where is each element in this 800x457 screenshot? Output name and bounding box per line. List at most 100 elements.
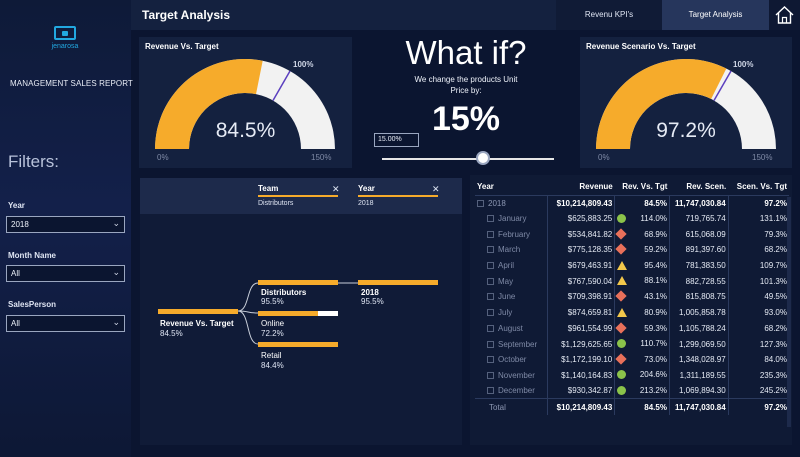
table-row[interactable]: December $930,342.87 213.2% 1,069,894.30 245…	[475, 383, 789, 399]
kpi-red-indicator-icon	[615, 322, 627, 334]
table-row[interactable]: July $874,659.81 80.9% 1,005,858.78 93.0%	[475, 304, 789, 321]
value: 80.9%	[644, 307, 667, 317]
decomposition-tree: Team Distributors ✕ Year 2018 ✕ Revenue …	[140, 178, 462, 445]
table-row[interactable]: October $1,172,199.10 73.0% 1,348,028.97 84.…	[475, 351, 789, 368]
year-node-bar[interactable]	[358, 280, 438, 285]
scen-vs-tgt-cell: 68.2%	[764, 245, 787, 255]
rev-vs-tgt-cell: 110.7%	[614, 336, 670, 352]
table-row[interactable]: August $961,554.99 59.3% 1,105,788.24 68.2%	[475, 320, 789, 337]
chevron-down-icon: ⌄	[112, 267, 120, 277]
filters-title: Filters:	[8, 152, 59, 171]
scen-vs-tgt-cell: 68.2%	[764, 323, 787, 333]
revenue-cell: $10,214,809.43	[547, 398, 616, 415]
column-header-year[interactable]: Year	[475, 179, 548, 196]
distributors-node-label: Distributors	[261, 288, 307, 297]
rev-scen-cell: 1,299,069.50	[669, 336, 729, 352]
value: 88.1%	[644, 276, 667, 286]
tab-target-analysis[interactable]: Target Analysis	[662, 0, 769, 30]
kpi-green-indicator-icon	[617, 213, 627, 223]
value: 73.0%	[644, 355, 667, 365]
year-row[interactable]: 2018 $10,214,809.43 84.5% 11,747,030.84 …	[475, 195, 789, 211]
rev-vs-tgt-cell: 59.2%	[614, 242, 670, 258]
distributors-node-bar[interactable]	[258, 280, 338, 285]
retail-node-value: 84.4%	[261, 361, 284, 370]
total-label: Total	[475, 398, 549, 415]
rev-scen-cell: 1,311,189.55	[669, 367, 729, 384]
scen-vs-tgt-cell: 109.7%	[759, 261, 787, 271]
expand-icon[interactable]	[487, 387, 494, 395]
column-header-scen-vs-tgt[interactable]: Scen. Vs. Tgt	[728, 179, 789, 196]
kpi-red-indicator-icon	[615, 243, 627, 256]
expand-icon[interactable]	[487, 293, 494, 301]
monitor-icon	[54, 26, 76, 40]
expand-icon[interactable]	[487, 340, 494, 348]
retail-node-bar[interactable]	[258, 342, 338, 347]
revenue-cell: $709,398.91	[547, 289, 616, 305]
gauge-min-label: 0%	[598, 153, 610, 162]
month-filter-dropdown[interactable]: All ⌄	[6, 265, 125, 282]
expand-icon[interactable]	[487, 215, 494, 223]
expand-icon[interactable]	[487, 356, 494, 364]
scen-vs-tgt-cell: 84.0%	[764, 355, 787, 365]
expand-icon[interactable]	[487, 230, 494, 238]
rev-vs-tgt-cell: 204.6%	[614, 367, 670, 384]
expand-icon[interactable]	[487, 371, 494, 379]
column-header-rev-scen[interactable]: Rev. Scen.	[669, 179, 729, 196]
table-row[interactable]: April $679,463.91 95.4% 781,383.50 109.7%	[475, 257, 789, 274]
what-if-value: 15%	[431, 100, 501, 138]
gauge-value: 84.5%	[215, 119, 276, 142]
salesperson-filter-dropdown[interactable]: All ⌄	[6, 315, 125, 332]
month-cell: May	[475, 273, 549, 290]
rev-scen-cell: 1,069,894.30	[669, 383, 729, 399]
home-button[interactable]	[769, 0, 800, 30]
month-cell: August	[475, 320, 549, 337]
scen-vs-tgt-cell: 49.5%	[764, 292, 787, 302]
chevron-down-icon: ⌄	[112, 218, 120, 228]
table-row[interactable]: September $1,129,625.65 110.7% 1,299,069.50…	[475, 336, 789, 352]
scen-vs-tgt-cell: 97.2%	[728, 398, 789, 415]
value: 68.9%	[644, 229, 667, 239]
price-change-slider-track[interactable]	[382, 158, 554, 160]
table-row[interactable]: January $625,883.25 114.0% 719,765.74 131.1%	[475, 210, 789, 227]
table-row[interactable]: February $534,841.82 68.9% 615,068.09 79.3%	[475, 226, 789, 243]
scen-vs-tgt-cell: 235.3%	[759, 370, 787, 380]
revenue-cell: $625,883.25	[547, 210, 616, 227]
sidebar: jenarosa MANAGEMENT SALES REPORT Filters…	[0, 0, 133, 457]
year-filter-dropdown[interactable]: 2018 ⌄	[6, 216, 125, 233]
page-title: Target Analysis	[142, 8, 231, 22]
expand-icon[interactable]	[487, 262, 494, 270]
table-row[interactable]: November $1,140,164.83 204.6% 1,311,189.55 2…	[475, 367, 789, 384]
tab-revenue-kpis[interactable]: Revenu KPI's	[556, 0, 662, 30]
table-row[interactable]: May $767,590.04 88.1% 882,728.55 101.3%	[475, 273, 789, 290]
rev-scen-cell: 891,397.60	[669, 242, 729, 258]
rev-vs-tgt-cell: 68.9%	[614, 226, 670, 243]
retail-node-label: Retail	[261, 351, 282, 360]
price-change-input[interactable]: 15.00%	[374, 133, 419, 147]
revenue-cell: $930,342.87	[547, 383, 616, 399]
value: 59.3%	[644, 323, 667, 333]
expand-icon[interactable]	[487, 277, 494, 285]
value: 114.0%	[640, 213, 667, 223]
scen-vs-tgt-cell: 127.3%	[759, 339, 787, 349]
kpi-green-indicator-icon	[617, 385, 627, 395]
table-scrollbar[interactable]	[787, 197, 791, 427]
column-header-revenue[interactable]: Revenue	[547, 179, 615, 196]
table-row[interactable]: June $709,398.91 43.1% 815,808.75 49.5%	[475, 289, 789, 305]
rev-scen-cell: 882,728.55	[669, 273, 729, 290]
month-label: February	[498, 229, 531, 239]
expand-icon[interactable]	[477, 199, 484, 207]
column-header-rev-vs-tgt[interactable]: Rev. Vs. Tgt	[614, 179, 670, 196]
table-row[interactable]: March $775,128.35 59.2% 891,397.60 68.2%	[475, 242, 789, 258]
expand-icon[interactable]	[487, 324, 494, 332]
price-change-slider-handle[interactable]	[476, 151, 490, 165]
revenue-cell: $1,172,199.10	[547, 351, 616, 368]
table-header-row: Year Revenue Rev. Vs. Tgt Rev. Scen. Sce…	[475, 179, 789, 196]
rev-scen-cell: 1,348,028.97	[669, 351, 729, 368]
expand-icon[interactable]	[487, 246, 494, 254]
year-cell: 2018	[475, 195, 549, 211]
gauge-arc	[596, 59, 776, 149]
online-node-bar[interactable]	[258, 311, 318, 316]
rev-vs-tgt-cell: 95.4%	[614, 257, 670, 274]
expand-icon[interactable]	[487, 309, 494, 317]
root-node-bar[interactable]	[158, 309, 238, 314]
